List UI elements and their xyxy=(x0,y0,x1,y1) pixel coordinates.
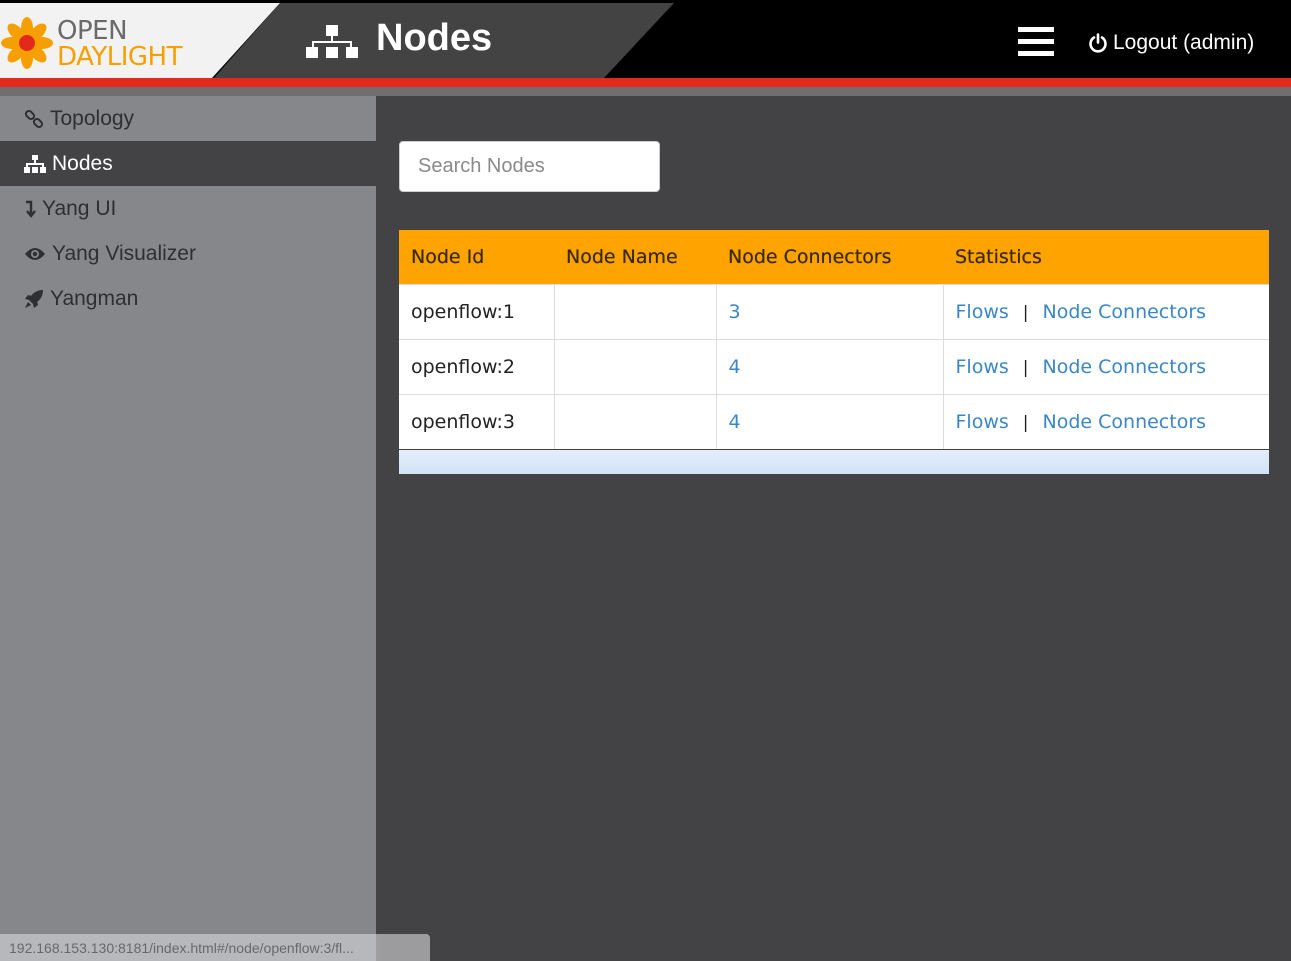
logout-label: Logout (admin) xyxy=(1113,31,1255,54)
column-header-statistics[interactable]: Statistics xyxy=(943,230,1269,284)
sidebar-item-yang-visualizer[interactable]: Yang Visualizer xyxy=(0,231,376,276)
table-row: openflow:2 4 Flows | Node Connectors xyxy=(399,338,1269,394)
column-header-node-id[interactable]: Node Id xyxy=(399,230,554,284)
sidebar-item-label: Topology xyxy=(50,106,135,130)
header-accent-bar xyxy=(0,78,1291,87)
sidebar-item-nodes[interactable]: Nodes xyxy=(0,141,376,186)
rocket-icon xyxy=(25,289,43,308)
opendaylight-logo-icon xyxy=(1,17,53,69)
sidebar-item-yang-ui[interactable]: Yang UI xyxy=(0,186,376,231)
flows-link[interactable]: Flows xyxy=(956,301,1009,323)
header-sub-bar xyxy=(0,87,1291,96)
node-connectors-count-link[interactable]: 4 xyxy=(729,356,741,378)
sidebar: Topology Nodes Yang UI Yang Visualizer Y… xyxy=(0,96,376,961)
node-id-cell: openflow:2 xyxy=(399,338,555,394)
sitemap-icon xyxy=(306,25,358,58)
sidebar-item-label: Yangman xyxy=(50,286,139,310)
logout-button[interactable]: Logout (admin) xyxy=(1088,31,1254,55)
top-header: OPEN DAYLIGHT Nodes Logout (admin) xyxy=(0,0,1291,78)
node-name-cell xyxy=(554,338,717,394)
arrow-down-icon xyxy=(26,200,36,218)
eye-icon xyxy=(25,247,45,260)
sidebar-item-yangman[interactable]: Yangman xyxy=(0,276,376,321)
statistics-cell: Flows | Node Connectors xyxy=(943,338,1269,394)
node-connectors-count-link[interactable]: 4 xyxy=(729,411,741,433)
node-connectors-count-link[interactable]: 3 xyxy=(729,301,741,323)
node-connectors-link[interactable]: Node Connectors xyxy=(1043,356,1207,378)
sidebar-item-label: Nodes xyxy=(52,151,113,175)
statistics-cell: Flows | Node Connectors xyxy=(943,283,1269,339)
table-footer xyxy=(399,450,1269,474)
node-name-cell xyxy=(554,283,717,339)
sidebar-item-label: Yang UI xyxy=(42,196,117,220)
table-row: openflow:1 3 Flows | Node Connectors xyxy=(399,283,1269,339)
logo-line1: OPEN xyxy=(57,16,128,46)
node-connectors-link[interactable]: Node Connectors xyxy=(1043,301,1207,323)
browser-status-url: 192.168.153.130:8181/index.html#/node/op… xyxy=(0,934,430,961)
flows-link[interactable]: Flows xyxy=(956,411,1009,433)
node-name-cell xyxy=(554,393,717,449)
node-id-cell: openflow:1 xyxy=(399,283,555,339)
separator: | xyxy=(1022,302,1029,323)
search-input[interactable] xyxy=(399,141,660,192)
sidebar-item-label: Yang Visualizer xyxy=(52,241,196,265)
separator: | xyxy=(1022,412,1029,433)
node-id-cell: openflow:3 xyxy=(399,393,555,449)
logo-text: OPEN DAYLIGHT xyxy=(57,18,182,70)
column-header-node-connectors[interactable]: Node Connectors xyxy=(716,230,943,284)
node-connectors-link[interactable]: Node Connectors xyxy=(1043,411,1207,433)
node-connectors-cell: 4 xyxy=(716,393,944,449)
table-row: openflow:3 4 Flows | Node Connectors xyxy=(399,393,1269,449)
link-icon xyxy=(24,109,44,128)
logo-line2: DAYLIGHT xyxy=(57,42,182,72)
table-header-row: Node Id Node Name Node Connectors Statis… xyxy=(399,230,1269,284)
statistics-cell: Flows | Node Connectors xyxy=(943,393,1269,449)
hamburger-menu-icon[interactable] xyxy=(1018,27,1054,57)
flows-link[interactable]: Flows xyxy=(956,356,1009,378)
page-title: Nodes xyxy=(376,17,493,59)
power-icon xyxy=(1089,33,1107,53)
node-connectors-cell: 3 xyxy=(716,283,944,339)
node-connectors-cell: 4 xyxy=(716,338,944,394)
sitemap-icon xyxy=(24,154,46,173)
separator: | xyxy=(1022,357,1029,378)
column-header-node-name[interactable]: Node Name xyxy=(554,230,716,284)
nodes-table: Node Id Node Name Node Connectors Statis… xyxy=(399,230,1269,449)
sidebar-item-topology[interactable]: Topology xyxy=(0,96,376,141)
